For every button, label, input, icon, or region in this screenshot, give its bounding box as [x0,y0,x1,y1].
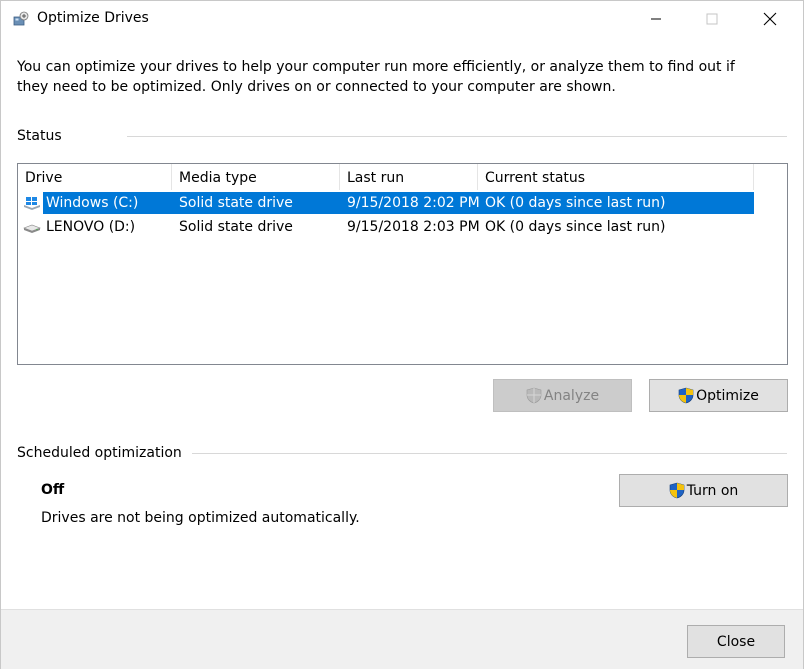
dialog-footer: Close [1,609,803,669]
close-icon [763,12,777,26]
optimize-label: Optimize [696,387,759,404]
close-label: Close [716,633,756,650]
minimize-button[interactable] [633,1,679,37]
turn-on-label: Turn on [686,482,739,499]
uac-shield-icon [669,482,685,499]
schedule-description: Drives are not being optimized automatic… [41,510,360,526]
media-type: Solid state drive [179,195,293,211]
close-button[interactable]: Close [687,625,785,658]
window-title: Optimize Drives [37,10,149,26]
hard-drive-icon [23,224,41,233]
list-header: Drive Media type Last run Current status [18,164,754,190]
optimize-button[interactable]: Optimize [649,379,788,412]
turn-on-button[interactable]: Turn on [619,474,788,507]
current-status: OK (0 days since last run) [485,195,666,211]
optimize-drives-window: Optimize Drives You can optimize your dr… [0,0,804,669]
last-run: 9/15/2018 2:02 PM [347,195,480,211]
intro-text: You can optimize your drives to help you… [17,59,735,95]
column-header-last-run[interactable]: Last run [340,164,478,190]
schedule-state: Off [41,482,65,498]
close-window-button[interactable] [747,1,793,37]
column-header-drive[interactable]: Drive [18,164,172,190]
windows-drive-icon [24,197,40,210]
analyze-label: Analyze [543,387,600,404]
title-bar: Optimize Drives [1,1,803,37]
defrag-app-icon [13,11,29,26]
minimize-icon [651,18,661,20]
last-run: 9/15/2018 2:03 PM [347,219,480,235]
status-divider [127,136,787,137]
current-status: OK (0 days since last run) [485,219,666,235]
drive-row-d[interactable]: LENOVO (D:) Solid state drive 9/15/2018 … [22,216,754,238]
column-header-media-type[interactable]: Media type [172,164,340,190]
analyze-button[interactable]: Analyze [493,379,632,412]
scheduled-divider [187,453,787,454]
maximize-icon [706,13,718,25]
drive-name: Windows (C:) [46,195,139,211]
scheduled-section-label: Scheduled optimization [17,445,192,461]
maximize-button[interactable] [689,1,735,37]
uac-shield-icon [526,387,542,404]
drive-list[interactable]: Drive Media type Last run Current status… [17,163,788,365]
uac-shield-icon [678,387,694,404]
status-section-label: Status [17,128,72,144]
media-type: Solid state drive [179,219,293,235]
column-header-current-status[interactable]: Current status [478,164,754,190]
drive-row-c[interactable]: Windows (C:) Solid state drive 9/15/2018… [22,192,754,214]
drive-name: LENOVO (D:) [46,219,136,235]
